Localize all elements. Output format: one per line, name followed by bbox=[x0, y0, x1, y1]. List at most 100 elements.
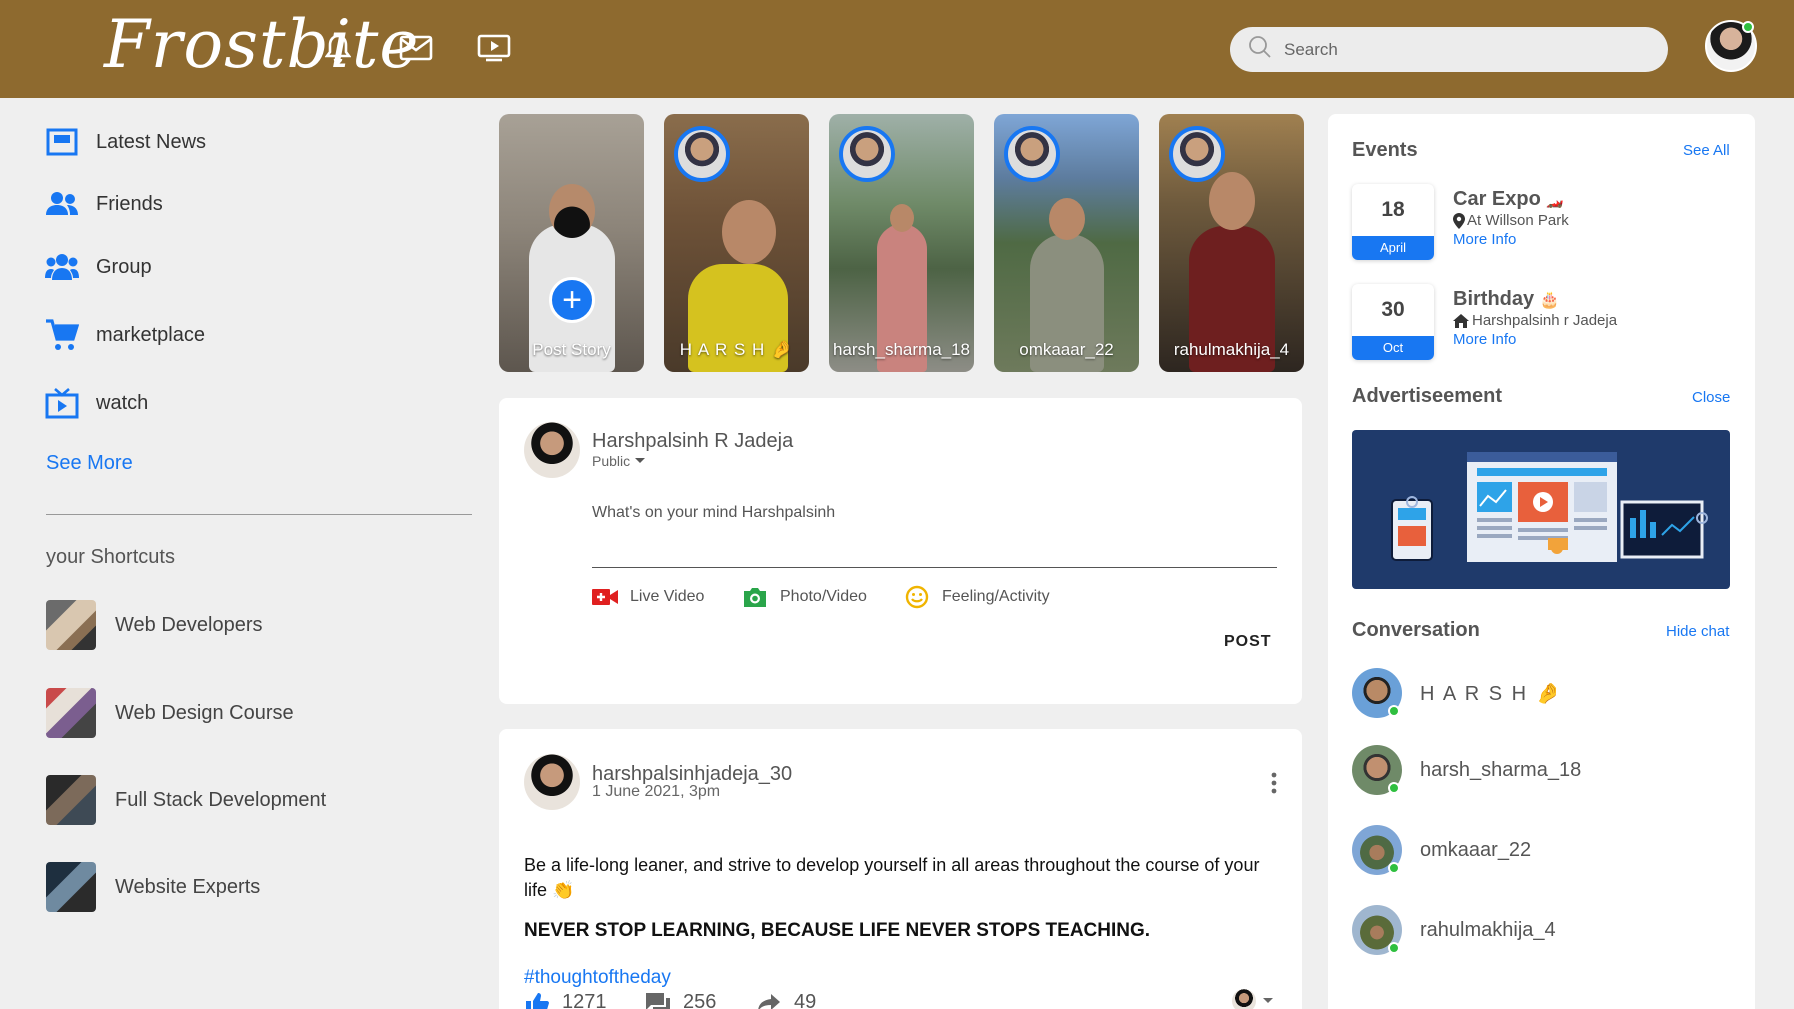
story-omkaaar-22[interactable]: omkaaar_22 bbox=[994, 114, 1139, 372]
sidebar-item-group[interactable]: Group bbox=[44, 249, 152, 285]
story-name: harsh_sharma_18 bbox=[832, 340, 971, 359]
story-rahulmakhija-4[interactable]: rahulmakhija_4 bbox=[1159, 114, 1304, 372]
contact-avatar bbox=[1352, 905, 1402, 955]
top-header: Frostbite bbox=[0, 0, 1794, 98]
close-ad-link[interactable]: Close bbox=[1692, 389, 1730, 406]
story-harsh-sharma-18[interactable]: harsh_sharma_18 bbox=[829, 114, 974, 372]
contact-avatar bbox=[1352, 668, 1402, 718]
conversation-heading: Conversation bbox=[1352, 619, 1480, 641]
map-pin-icon bbox=[1453, 212, 1465, 229]
photo-video-button[interactable]: Photo/Video bbox=[742, 586, 867, 608]
event-more-info-link[interactable]: More Info bbox=[1453, 331, 1516, 348]
sidebar-item-marketplace[interactable]: marketplace bbox=[44, 317, 205, 353]
shortcut-thumbnail bbox=[46, 688, 96, 738]
contact-name: rahulmakhija_4 bbox=[1420, 918, 1556, 941]
share-button[interactable]: 49 bbox=[756, 991, 816, 1009]
event-month: April bbox=[1352, 236, 1434, 260]
contact-omkaaar-22[interactable]: omkaaar_22 bbox=[1352, 825, 1531, 875]
shortcut-thumbnail bbox=[46, 775, 96, 825]
more-options-icon[interactable] bbox=[1271, 772, 1277, 799]
post-quote: NEVER STOP LEARNING, BECAUSE LIFE NEVER … bbox=[524, 920, 1151, 941]
online-indicator bbox=[1388, 705, 1400, 717]
thumbs-up-icon bbox=[524, 992, 550, 1009]
app-logo[interactable]: Frostbite bbox=[104, 6, 419, 83]
post-hashtag[interactable]: #thoughtoftheday bbox=[524, 967, 671, 989]
caret-down-icon[interactable] bbox=[1262, 997, 1274, 1005]
composer-user-name[interactable]: Harshpalsinh R Jadeja bbox=[592, 430, 793, 453]
contact-harsh[interactable]: H A R S H 🤌 bbox=[1352, 668, 1563, 718]
contact-name: omkaaar_22 bbox=[1420, 838, 1532, 861]
contact-rahulmakhija-4[interactable]: rahulmakhija_4 bbox=[1352, 905, 1556, 955]
like-button[interactable]: 1271 bbox=[524, 991, 607, 1009]
contact-harsh-sharma-18[interactable]: harsh_sharma_18 bbox=[1352, 745, 1581, 795]
shortcut-full-stack-development[interactable]: Full Stack Development bbox=[46, 775, 326, 825]
event-title-text: Car Expo bbox=[1453, 188, 1541, 210]
sidebar-item-label: Friends bbox=[96, 192, 163, 215]
share-icon bbox=[756, 992, 782, 1009]
shortcut-web-design-course[interactable]: Web Design Course bbox=[46, 688, 294, 738]
story-person-head bbox=[549, 184, 595, 238]
event-title[interactable]: Car Expo 🏎️ bbox=[1453, 188, 1564, 211]
composer-input[interactable]: What's on your mind Harshpalsinh bbox=[592, 504, 1277, 568]
shortcut-label: Web Developers bbox=[115, 613, 263, 636]
story-person-head bbox=[1209, 172, 1255, 230]
mail-icon[interactable] bbox=[396, 28, 436, 68]
story-avatar bbox=[1169, 126, 1225, 182]
event-date-badge: 18 April bbox=[1352, 184, 1434, 260]
sidebar-item-label: Latest News bbox=[96, 130, 207, 153]
post-button[interactable]: POST bbox=[1224, 633, 1272, 651]
cake-icon: 🎂 bbox=[1539, 292, 1560, 309]
sidebar-item-friends[interactable]: Friends bbox=[44, 186, 163, 222]
comment-button[interactable]: 256 bbox=[645, 991, 716, 1009]
cart-icon bbox=[44, 317, 80, 353]
sidebar-item-label: Group bbox=[96, 255, 152, 278]
composer-avatar[interactable] bbox=[524, 422, 580, 478]
see-more-link[interactable]: See More bbox=[46, 452, 133, 475]
privacy-selector[interactable]: Public bbox=[592, 453, 646, 469]
sidebar-item-label: marketplace bbox=[96, 323, 205, 346]
sidebar-item-label: watch bbox=[96, 391, 149, 414]
story-name: Post Story bbox=[532, 340, 611, 359]
advertisement-banner[interactable] bbox=[1352, 430, 1730, 589]
home-icon bbox=[1453, 313, 1469, 328]
shortcut-website-experts[interactable]: Website Experts bbox=[46, 862, 260, 912]
event-more-info-link[interactable]: More Info bbox=[1453, 231, 1516, 248]
bell-icon[interactable] bbox=[318, 28, 358, 68]
events-heading: Events bbox=[1352, 139, 1418, 161]
live-video-button[interactable]: Live Video bbox=[592, 586, 704, 608]
hide-chat-link[interactable]: Hide chat bbox=[1666, 623, 1729, 640]
shortcut-web-developers[interactable]: Web Developers bbox=[46, 600, 262, 650]
search-bar[interactable] bbox=[1230, 27, 1668, 72]
online-indicator bbox=[1388, 942, 1400, 954]
comment-count: 256 bbox=[683, 991, 717, 1009]
friends-icon bbox=[44, 186, 80, 222]
online-indicator bbox=[1742, 21, 1754, 33]
story-name: H A R S H 🤌 bbox=[679, 340, 794, 359]
story-post[interactable]: + Post Story bbox=[499, 114, 644, 372]
live-video-icon bbox=[592, 586, 618, 608]
add-story-icon[interactable]: + bbox=[549, 277, 595, 323]
event-title[interactable]: Birthday 🎂 bbox=[1453, 288, 1560, 311]
search-icon bbox=[1248, 35, 1272, 64]
sidebar-item-watch[interactable]: watch bbox=[44, 385, 148, 421]
photo-video-label: Photo/Video bbox=[780, 588, 867, 605]
advertisement-heading: Advertiseement bbox=[1352, 385, 1503, 407]
story-person-head bbox=[722, 200, 776, 264]
event-month: Oct bbox=[1352, 336, 1434, 360]
comment-icon bbox=[645, 992, 671, 1009]
video-icon[interactable] bbox=[474, 28, 514, 68]
online-indicator bbox=[1388, 862, 1400, 874]
shortcut-thumbnail bbox=[46, 862, 96, 912]
reaction-avatar[interactable] bbox=[1232, 989, 1256, 1009]
contact-name: harsh_sharma_18 bbox=[1420, 758, 1582, 781]
see-all-events-link[interactable]: See All bbox=[1683, 142, 1730, 159]
post-author-avatar[interactable] bbox=[524, 754, 580, 810]
feeling-activity-button[interactable]: Feeling/Activity bbox=[904, 585, 1050, 609]
online-indicator bbox=[1388, 782, 1400, 794]
share-count: 49 bbox=[794, 991, 817, 1009]
sidebar-divider bbox=[46, 514, 472, 515]
story-avatar bbox=[839, 126, 895, 182]
sidebar-item-latest-news[interactable]: Latest News bbox=[44, 124, 206, 160]
search-input[interactable] bbox=[1284, 39, 1644, 60]
story-harsh[interactable]: H A R S H 🤌 bbox=[664, 114, 809, 372]
